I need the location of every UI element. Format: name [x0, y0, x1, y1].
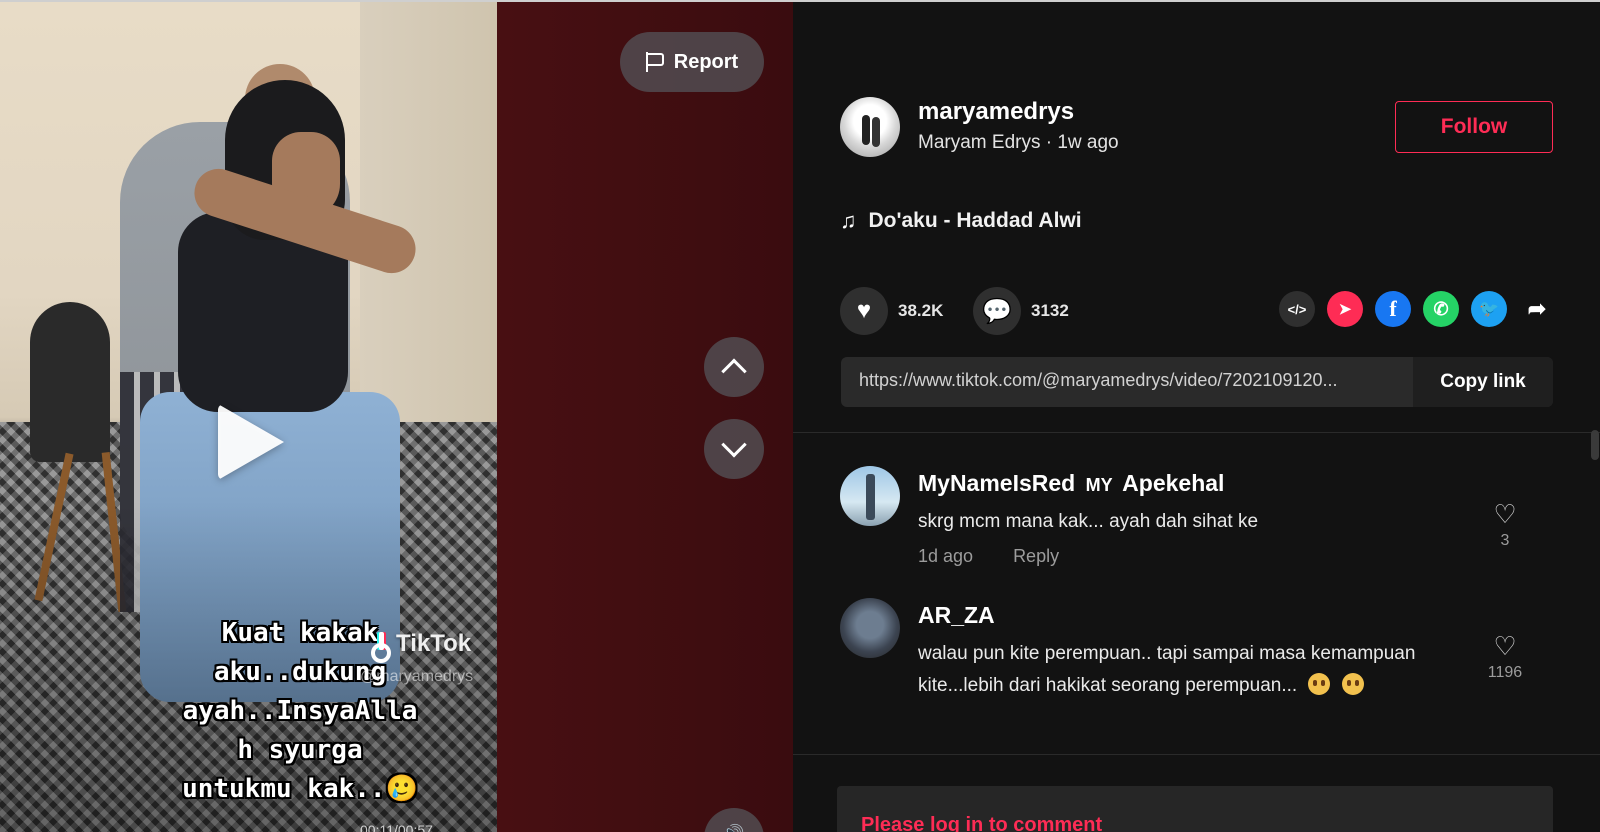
comment-like-count: 3 [1500, 532, 1510, 549]
commenter-name[interactable]: MyNameIsRed MY Apekehal [918, 470, 1224, 497]
tiktok-watermark: TikTok [370, 630, 472, 663]
login-to-comment-link[interactable]: Please log in to comment [861, 814, 1102, 832]
share-row: </> ➤ f ✆ 🐦 ➦ [1279, 291, 1555, 327]
country-flag-icon: MY [1085, 475, 1113, 495]
like-action: ♥ 38.2K [840, 287, 943, 335]
comment-text: walau pun kite perempuan.. tapi sampai m… [918, 643, 1416, 696]
comment-like: ♡ 3 [1485, 500, 1525, 550]
reply-button[interactable]: Reply [1013, 546, 1059, 567]
divider [793, 432, 1600, 433]
comments-scrollbar[interactable] [1591, 430, 1599, 460]
video-player[interactable]: Kuat kakak aku..dukung ayah..InsyaAlla h… [0, 2, 497, 832]
chevron-down-icon [721, 432, 747, 458]
share-more-icon[interactable]: ➦ [1519, 291, 1555, 327]
comment-count: 3132 [1031, 301, 1069, 320]
follow-button[interactable]: Follow [1395, 101, 1553, 153]
author-submeta: Maryam Edrys · 1w ago [918, 132, 1119, 153]
twitter-icon[interactable]: 🐦 [1471, 291, 1507, 327]
share-link-box: https://www.tiktok.com/@maryamedrys/vide… [841, 357, 1553, 407]
chevron-up-icon [721, 358, 747, 384]
side-panel: maryamedrys Maryam Edrys · 1w ago Follow… [793, 2, 1600, 832]
heart-outline-icon[interactable]: ♡ [1493, 631, 1516, 661]
comment-time: 1d ago [918, 546, 974, 566]
whatsapp-icon[interactable]: ✆ [1423, 291, 1459, 327]
author-avatar[interactable] [840, 97, 900, 157]
watermark-username: @maryamedrys [360, 668, 474, 685]
send-icon[interactable]: ➤ [1327, 291, 1363, 327]
comment-icon[interactable]: 💬 [973, 287, 1021, 335]
tiktok-logo-icon [370, 632, 392, 663]
divider [793, 754, 1600, 755]
commenter-name[interactable]: AR_ZA [918, 602, 995, 629]
video-timestamp: 00:11/00:57 [360, 822, 433, 832]
watermark-brand: TikTok [396, 630, 472, 657]
share-link-text[interactable]: https://www.tiktok.com/@maryamedrys/vide… [859, 370, 1399, 391]
music-row[interactable]: ♫ Do'aku - Haddad Alwi [840, 208, 1082, 234]
comment-action: 💬 3132 [973, 287, 1069, 335]
comment-login-box: Please log in to comment [837, 786, 1553, 832]
comment-like: ♡ 1196 [1485, 632, 1525, 682]
volume-icon: 🔊 [722, 824, 744, 832]
copy-link-button[interactable]: Copy link [1413, 357, 1553, 407]
heart-outline-icon[interactable]: ♡ [1493, 499, 1516, 529]
pleading-face-icon [1308, 673, 1331, 695]
embed-icon[interactable]: </> [1279, 291, 1315, 327]
heart-icon[interactable]: ♥ [840, 287, 888, 335]
author-username[interactable]: maryamedrys [918, 98, 1074, 126]
flag-icon [645, 52, 664, 72]
previous-video-button[interactable] [704, 337, 764, 397]
tiktok-video-page: Kuat kakak aku..dukung ayah..InsyaAlla h… [0, 0, 1600, 832]
next-video-button[interactable] [704, 419, 764, 479]
report-label: Report [673, 50, 739, 73]
comment-meta: 1d ago Reply [918, 546, 1059, 567]
music-title[interactable]: Do'aku - Haddad Alwi [869, 209, 1082, 233]
report-button[interactable]: Report [620, 32, 764, 92]
play-icon[interactable] [218, 404, 284, 480]
pleading-face-icon [1341, 673, 1364, 695]
music-note-icon: ♫ [840, 208, 857, 233]
commenter-avatar[interactable] [840, 466, 900, 526]
volume-button[interactable]: 🔊 [704, 808, 764, 832]
comment-text: skrg mcm mana kak... ayah dah sihat ke [918, 511, 1259, 532]
video-column: Kuat kakak aku..dukung ayah..InsyaAlla h… [0, 2, 793, 832]
like-count: 38.2K [898, 301, 944, 320]
commenter-avatar[interactable] [840, 598, 900, 658]
facebook-icon[interactable]: f [1375, 291, 1411, 327]
comment-like-count: 1196 [1487, 664, 1523, 681]
